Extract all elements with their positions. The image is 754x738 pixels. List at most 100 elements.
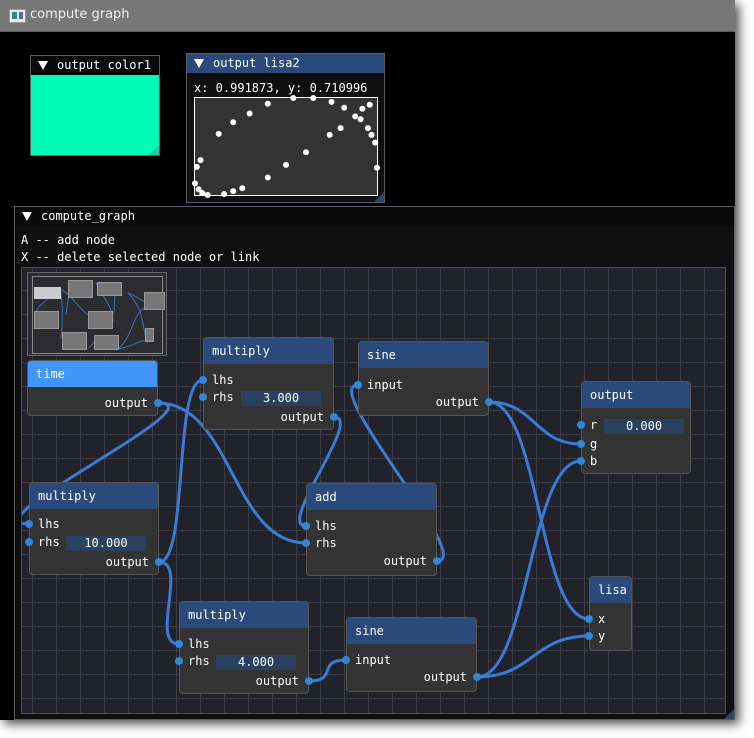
pin-label-lhs: lhs [188,637,210,651]
node-add[interactable]: add lhs rhs output [302,483,441,576]
lisa-point [290,95,297,101]
minimap[interactable] [27,272,167,356]
minimap-node [94,335,119,350]
help-add-node: A -- add node [21,233,115,247]
pin-label-g: g [590,437,598,451]
node-header[interactable]: lisa [590,577,631,603]
output-lisa-window[interactable]: output lisa2 x: 0.991873, y: 0.710996 [186,53,385,203]
input-pin-rhs[interactable] [175,657,183,665]
output-pin[interactable] [155,558,163,566]
lisa-point [204,192,211,198]
lisa-point [193,163,200,170]
node-sine-2[interactable]: sine input output [342,617,481,692]
output-pin[interactable] [473,673,481,681]
node-header[interactable]: sine [359,342,488,368]
lisa-point [230,188,237,195]
compute-graph-window-header[interactable]: compute_graph [15,207,734,226]
collapse-triangle-icon[interactable] [38,61,48,70]
rhs-value-field[interactable]: 3.000 [241,391,321,406]
input-pin-r[interactable] [577,421,585,429]
lisa-point [337,125,344,132]
node-header[interactable]: multiply [180,602,308,628]
node-header[interactable]: add [307,484,436,510]
link[interactable] [476,459,582,679]
node-title: time [36,367,65,381]
pin-label-output: output [104,396,148,410]
minimap-node [97,282,122,296]
resize-grip[interactable] [374,192,384,202]
lisa-point [197,157,204,164]
input-pin-rhs[interactable] [199,393,207,401]
lisa-point [326,131,333,138]
lisa-point [374,164,380,171]
resize-grip[interactable] [149,145,159,155]
node-header[interactable]: multiply [30,483,158,509]
node-time-header[interactable]: time [28,361,157,387]
output-pin[interactable] [305,677,313,685]
pin-label-rhs: rhs [188,654,210,668]
lisa-point [357,116,364,123]
node-title: multiply [188,608,246,622]
node-header[interactable]: output [582,382,690,408]
node-editor-canvas[interactable]: time output multiply lhs rhs 3.000 outpu… [21,267,726,714]
input-pin-y[interactable] [585,632,593,640]
title-bar[interactable]: compute graph [0,0,735,32]
rhs-value-field[interactable]: 10.000 [66,536,146,551]
r-value-field[interactable]: 0.000 [604,419,684,434]
input-pin-rhs[interactable] [25,538,33,546]
node-multiply-10[interactable]: multiply lhs rhs 10.000 output [25,482,163,575]
input-pin-lhs[interactable] [302,522,310,530]
node-header[interactable]: sine [347,618,476,644]
input-pin-g[interactable] [577,440,585,448]
input-pin-input[interactable] [354,381,362,389]
input-pin-x[interactable] [585,615,593,623]
output-pin[interactable] [485,398,493,406]
link[interactable] [476,634,590,679]
compute-graph-window[interactable]: compute_graph A -- add node X -- delete … [14,206,735,720]
lisa-point [264,100,271,107]
collapse-triangle-icon[interactable] [22,212,32,221]
output-pin[interactable] [330,413,338,421]
pin-label-input: input [355,653,392,667]
lisa-point [364,125,371,132]
resize-grip[interactable] [724,709,734,719]
node-title: output [590,388,634,402]
pin-label-output: output [280,410,324,424]
input-pin-rhs[interactable] [302,539,310,547]
input-pin-lhs[interactable] [175,640,183,648]
input-pin-lhs[interactable] [199,376,207,384]
pin-label-input: input [367,378,404,392]
output-color-window[interactable]: output color1 [30,55,160,156]
minimap-viewport[interactable] [32,276,165,354]
node-output[interactable]: output r 0.000 g b [577,381,691,474]
collapse-triangle-icon[interactable] [194,59,204,68]
color-swatch [31,75,159,155]
node-header[interactable]: multiply [204,338,333,364]
output-lisa-window-header[interactable]: output lisa2 [187,54,384,73]
pin-label-rhs: rhs [315,536,337,550]
node-title: multiply [38,489,96,503]
pin-label-b: b [590,454,598,468]
input-pin-input[interactable] [342,656,350,664]
node-sine-1[interactable]: sine input output [354,341,493,416]
window-title: compute graph [30,7,130,22]
node-lisa[interactable]: lisa x y [585,576,632,651]
node-time[interactable]: time output [27,360,162,416]
output-pin[interactable] [154,399,162,407]
minimap-node [145,328,154,342]
link[interactable] [158,560,180,646]
pin-label-lhs: lhs [212,373,234,387]
node-title: sine [367,348,396,362]
node-multiply-4[interactable]: multiply lhs rhs 4.000 output [175,601,313,694]
link[interactable] [308,658,347,683]
output-pin[interactable] [433,557,441,565]
node-multiply-3[interactable]: multiply lhs rhs 3.000 output [199,337,338,430]
input-pin-lhs[interactable] [25,520,33,528]
output-color-window-header[interactable]: output color1 [31,56,159,75]
link[interactable] [488,400,590,621]
lisa-plot[interactable] [192,95,380,198]
lisa-point [283,161,289,168]
rhs-value-field[interactable]: 4.000 [216,655,296,670]
input-pin-b[interactable] [577,457,585,465]
node-title: add [315,490,337,504]
